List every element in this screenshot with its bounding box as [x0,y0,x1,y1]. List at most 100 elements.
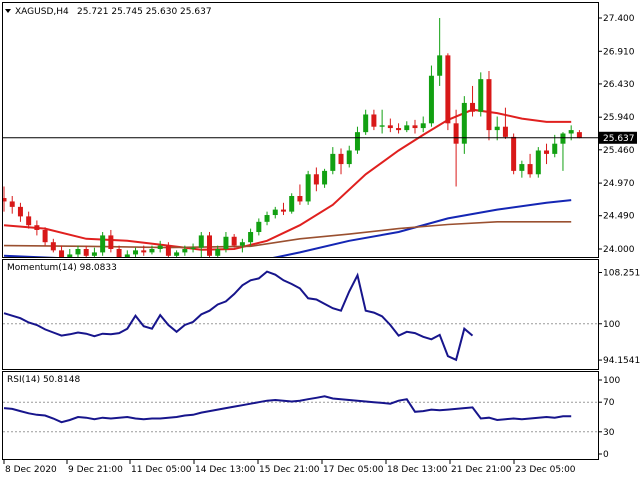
candle-bear [108,235,114,249]
candle-bear [453,123,459,144]
candle-bull [289,196,295,212]
candle-bear [42,229,48,243]
momentum-title: Momentum(14) 98.0833 [7,263,117,273]
price-tick-label: 25.460 [603,146,635,156]
candle-bear [297,196,303,202]
candle-bear [165,245,171,256]
chart-window: 27.400 26.910 26.430 25.940 25.460 24.970 24.4… [2,2,640,475]
price-tick-label: 24.000 [603,245,635,255]
candle-bear [26,216,32,226]
candle-bear [371,114,377,127]
candle-bull [322,170,328,185]
rsi-tick-label: 70 [603,398,615,408]
candle-bull [346,150,352,165]
candle-bear [313,174,319,185]
candle-bull [100,235,106,253]
candle-bull [420,123,426,129]
candle-bull [256,221,262,233]
price-tick-label: 24.490 [603,212,635,222]
candle-bear [207,235,212,256]
price-tick-label: 27.400 [603,14,635,24]
price-tick-label: 26.430 [603,80,635,90]
candle-bull [248,232,254,243]
candle-bull [223,236,229,249]
candle-bull [437,55,443,76]
time-tick-label: 21 Dec 21:00 [451,465,512,475]
candle-bull [330,153,336,171]
time-tick-label: 9 Dec 21:00 [68,465,123,475]
rsi-tick-label: 0 [603,450,609,460]
candle-bear [34,225,40,230]
rsi-panel-frame [2,371,599,460]
time-axis: 8 Dec 2020 9 Dec 21:00 11 Dec 05:00 14 Dec … [3,460,576,475]
candle-bull [404,125,410,131]
price-tick-label: 25.940 [603,113,635,123]
candle-bull [478,79,484,112]
momentum-tick-label: 94.1541 [603,356,640,366]
candle-bear [83,249,89,256]
candle-bull [239,242,245,246]
time-tick-label: 23 Dec 05:00 [515,465,576,475]
candle-bear [527,164,533,175]
rsi-tick-label: 100 [603,376,620,386]
candle-bull [264,215,270,222]
candle-bear [17,206,23,217]
candle-bull [75,249,81,255]
candle-bear [412,125,418,129]
ohlc-values: 25.721 25.745 25.630 25.637 [77,7,212,17]
candle-bull [354,132,360,151]
time-tick-label: 17 Dec 05:00 [323,465,384,475]
candle-bear [141,250,147,253]
candle-bull [215,249,221,256]
time-tick-label: 8 Dec 2020 [5,465,57,475]
candle-bull [190,247,196,249]
candle-bear [50,242,56,251]
candle-bear [9,201,15,207]
time-tick-label: 18 Dec 13:00 [387,465,448,475]
momentum-tick-label: 100 [603,320,620,330]
candle-bull [182,249,188,253]
candle-bear [511,136,517,171]
candle-bull [149,249,155,253]
rsi-tick-label: 30 [603,428,615,438]
time-tick-label: 15 Dec 21:00 [259,465,320,475]
candle-bull [535,150,541,175]
candle-bear [280,209,286,212]
candle-bull [494,126,500,131]
candle-bear [470,102,476,112]
current-price-label: 25.637 [603,134,635,144]
candle-bull [552,143,558,154]
momentum-tick-label: 108.251 [603,269,640,279]
candle-bear [387,125,393,129]
candle-bull [133,250,139,255]
price-tick-label: 26.910 [603,47,635,57]
candle-bull [305,174,311,202]
time-tick-label: 14 Dec 13:00 [195,465,256,475]
candle-bull [124,254,130,257]
price-tick-label: 24.970 [603,179,635,189]
symbol-label: XAGUSD,H4 [15,7,69,17]
candle-bear [338,153,344,165]
candle-bull [174,252,180,256]
candle-bear [502,126,508,137]
candle-bear [544,150,550,154]
candle-bull [379,125,385,127]
candle-bull [272,209,278,216]
candle-bull [198,235,204,248]
candle-bull [428,75,434,124]
time-tick-label: 11 Dec 05:00 [131,465,192,475]
candle-bull [363,114,369,133]
rsi-title: RSI(14) 50.8148 [7,375,80,385]
price-panel-frame [2,2,599,258]
momentum-panel-frame [2,259,599,370]
candle-bear [486,79,492,131]
candle-bear [231,236,237,246]
candle-bear [445,55,451,124]
candle-bull [91,252,97,256]
candle-bull [560,133,566,144]
candle-bear [396,128,402,131]
candle-bull [157,245,163,249]
candle-bull [568,130,574,134]
candle-bear [576,132,582,138]
candle-bull [519,164,525,171]
